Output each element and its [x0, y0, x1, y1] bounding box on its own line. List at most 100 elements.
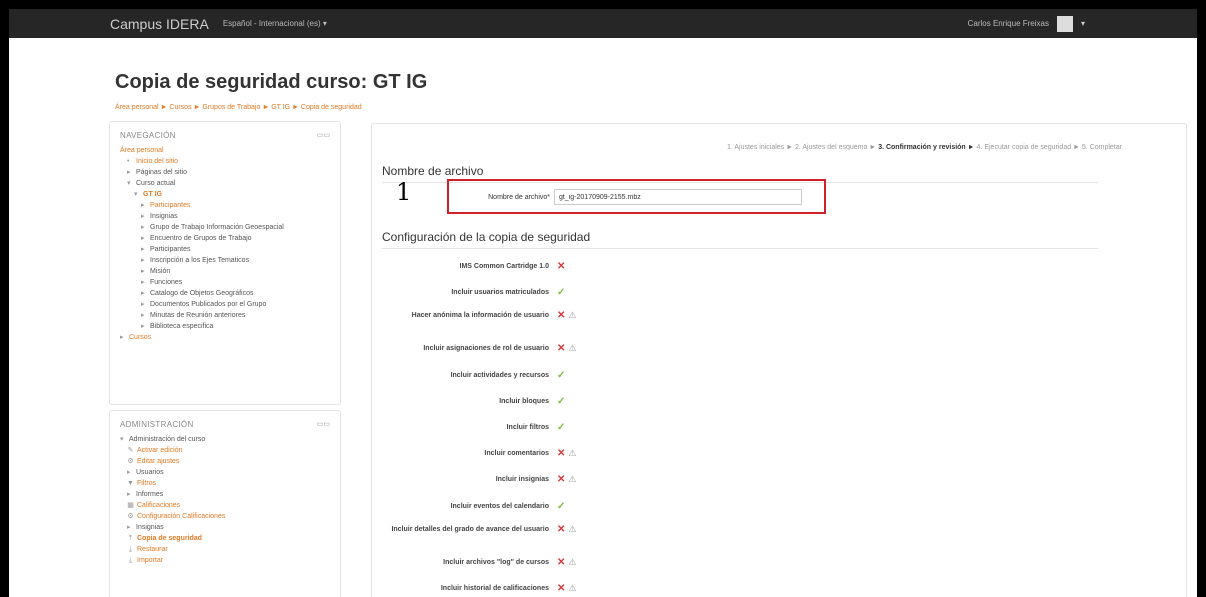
block-dock-icon[interactable]: ▭▭: [317, 131, 330, 140]
tree-item[interactable]: ▼ Filtros: [120, 478, 340, 489]
chevron-right-icon[interactable]: ▸: [127, 467, 133, 478]
tree-item[interactable]: ▾ GT IG: [120, 189, 340, 200]
tree-item[interactable]: ⚙ Editar ajustes: [120, 456, 340, 467]
tree-item[interactable]: ▸ Participantes: [120, 200, 340, 211]
tree-item[interactable]: ▸ Páginas del sitio: [120, 167, 340, 178]
backup-setting-row: Incluir filtros ✓: [382, 423, 702, 433]
setting-label: Hacer anónima la información de usuario: [411, 312, 549, 320]
tree-item[interactable]: ⤓ Importar: [120, 555, 340, 566]
tree-item-label[interactable]: Configuración Calificaciones: [137, 513, 225, 520]
chevron-right-icon[interactable]: ▸: [127, 167, 133, 178]
site-name-link[interactable]: Campus IDERA: [110, 16, 209, 32]
tree-item[interactable]: ▾ Administración del curso: [120, 434, 340, 445]
tree-item-label: Catalogo de Objetos Geográficos: [150, 290, 254, 297]
setting-status: ✕: [557, 262, 565, 272]
chevron-right-icon[interactable]: ▸: [120, 332, 126, 343]
tree-item[interactable]: ▸ Encuentro de Grupos de Trabajo: [120, 233, 340, 244]
cross-icon: ✕: [557, 310, 566, 322]
breadcrumb[interactable]: Área personal ► Cursos ► Grupos de Traba…: [115, 104, 362, 111]
annotation-number: 1: [396, 178, 412, 206]
tree-item-label[interactable]: Restaurar: [137, 546, 168, 553]
tree-item-label[interactable]: GT IG: [143, 191, 162, 198]
tree-item-label[interactable]: Participantes: [150, 202, 190, 209]
tree-item[interactable]: ▸ Funciones: [120, 277, 340, 288]
tree-item-label[interactable]: Inicio del sitio: [136, 158, 178, 165]
filename-section-heading: Nombre de archivo: [382, 164, 484, 178]
tree-item[interactable]: Área personal: [120, 145, 340, 156]
backup-setting-row: Hacer anónima la información de usuario ✕…: [382, 310, 702, 322]
tree-item-label[interactable]: Copia de seguridad: [137, 535, 202, 542]
tree-item[interactable]: ▸ Informes: [120, 489, 340, 500]
chevron-right-icon[interactable]: ▸: [127, 489, 133, 500]
chevron-right-icon[interactable]: ▸: [141, 200, 147, 211]
backup-setting-row: Incluir historial de calificaciones ✕ ⚠: [382, 583, 702, 594]
tree-item-label[interactable]: Cursos: [129, 334, 151, 341]
chevron-right-icon[interactable]: ▸: [141, 222, 147, 233]
navigation-tree: Área personal • Inicio del sitio ▸ Páginas d…: [110, 145, 340, 343]
chevron-right-icon[interactable]: ▸: [141, 255, 147, 266]
tree-item-label: Misión: [150, 268, 171, 275]
gear-icon: ⚙: [127, 513, 134, 520]
tree-item-label[interactable]: Filtros: [137, 480, 156, 487]
chevron-right-icon[interactable]: ▸: [141, 266, 147, 277]
tree-item-label[interactable]: Editar ajustes: [137, 458, 179, 465]
backup-progress-steps: 1. Ajustes iniciales ► 2. Ajustes del es…: [372, 144, 1186, 151]
warning-icon: ⚠: [568, 583, 577, 593]
chevron-right-icon[interactable]: ▸: [141, 321, 147, 332]
tree-item-label: Inscripción a los Ejes Tematicos: [150, 257, 250, 264]
tree-item[interactable]: ▸ Catalogo de Objetos Geográficos: [120, 288, 340, 299]
user-name[interactable]: Carlos Enrique Freixas: [968, 19, 1049, 28]
tree-item-label[interactable]: Activar edición: [137, 447, 183, 454]
chevron-right-icon[interactable]: ▸: [141, 277, 147, 288]
tree-item-label[interactable]: Importar: [137, 557, 163, 564]
setting-status: ✕ ⚠: [557, 344, 576, 354]
tree-item[interactable]: ▸ Minutas de Reunión anteriores: [120, 310, 340, 321]
tree-item[interactable]: • Inicio del sitio: [120, 156, 340, 167]
tree-item-label[interactable]: Área personal: [120, 147, 164, 154]
tree-item[interactable]: ▸ Inscripción a los Ejes Tematicos: [120, 255, 340, 266]
setting-status: ✕ ⚠: [557, 557, 576, 567]
tree-item[interactable]: ▸ Participantes: [120, 244, 340, 255]
chevron-down-icon[interactable]: ▾: [1081, 19, 1085, 28]
chevron-right-icon[interactable]: ▸: [141, 233, 147, 244]
tree-item[interactable]: ▸ Insignias: [120, 522, 340, 533]
chevron-right-icon[interactable]: ▸: [141, 288, 147, 299]
tree-item[interactable]: ▸ Grupo de Trabajo Información Geoespacia…: [120, 222, 340, 233]
tree-item-label[interactable]: Calificaciones: [137, 502, 180, 509]
backup-icon: ⤒: [128, 535, 133, 542]
chevron-down-icon[interactable]: ▾: [134, 189, 140, 200]
chevron-down-icon[interactable]: ▾: [127, 178, 133, 189]
language-menu[interactable]: Español - Internacional (es) ▾: [223, 19, 327, 28]
tree-item[interactable]: ▦ Calificaciones: [120, 500, 340, 511]
setting-status: ✕ ⚠: [557, 474, 577, 485]
block-dock-icon[interactable]: ▭▭: [317, 420, 330, 429]
warning-icon: ⚠: [568, 474, 577, 485]
filename-input[interactable]: [554, 189, 802, 205]
user-menu[interactable]: Carlos Enrique Freixas ▾: [968, 9, 1085, 38]
bullet-icon[interactable]: •: [127, 156, 133, 167]
tree-item[interactable]: ▸ Biblioteca especifica: [120, 321, 340, 332]
tree-item[interactable]: ▸ Insignias: [120, 211, 340, 222]
chevron-right-icon[interactable]: ▸: [141, 244, 147, 255]
tree-item[interactable]: ✎ Activar edición: [120, 445, 340, 456]
avatar[interactable]: [1056, 15, 1073, 32]
tree-item[interactable]: ▸ Misión: [120, 266, 340, 277]
tree-item[interactable]: ▸ Documentos Publicados por el Grupo: [120, 299, 340, 310]
chevron-right-icon[interactable]: ▸: [127, 522, 133, 533]
backup-setting-row: Incluir usuarios matriculados ✓: [382, 288, 702, 298]
setting-label: Incluir comentarios: [484, 450, 549, 458]
administration-block-header: ADMINISTRACIÓN ▭▭: [110, 411, 340, 434]
chevron-down-icon[interactable]: ▾: [120, 434, 126, 445]
tree-item[interactable]: ⤒ Copia de seguridad: [120, 533, 340, 544]
chevron-right-icon[interactable]: ▸: [141, 310, 147, 321]
tree-item[interactable]: ▸ Cursos: [120, 332, 340, 343]
tree-item[interactable]: ⚙ Configuración Calificaciones: [120, 511, 340, 522]
tree-item[interactable]: ⤓ Restaurar: [120, 544, 340, 555]
tree-item[interactable]: ▸ Usuarios: [120, 467, 340, 478]
setting-label: Incluir usuarios matriculados: [451, 289, 549, 297]
settings-section-heading: Configuración de la copia de seguridad: [382, 230, 591, 244]
tree-item-label: Administración del curso: [129, 436, 206, 443]
chevron-right-icon[interactable]: ▸: [141, 299, 147, 310]
tree-item[interactable]: ▾ Curso actual: [120, 178, 340, 189]
chevron-right-icon[interactable]: ▸: [141, 211, 147, 222]
